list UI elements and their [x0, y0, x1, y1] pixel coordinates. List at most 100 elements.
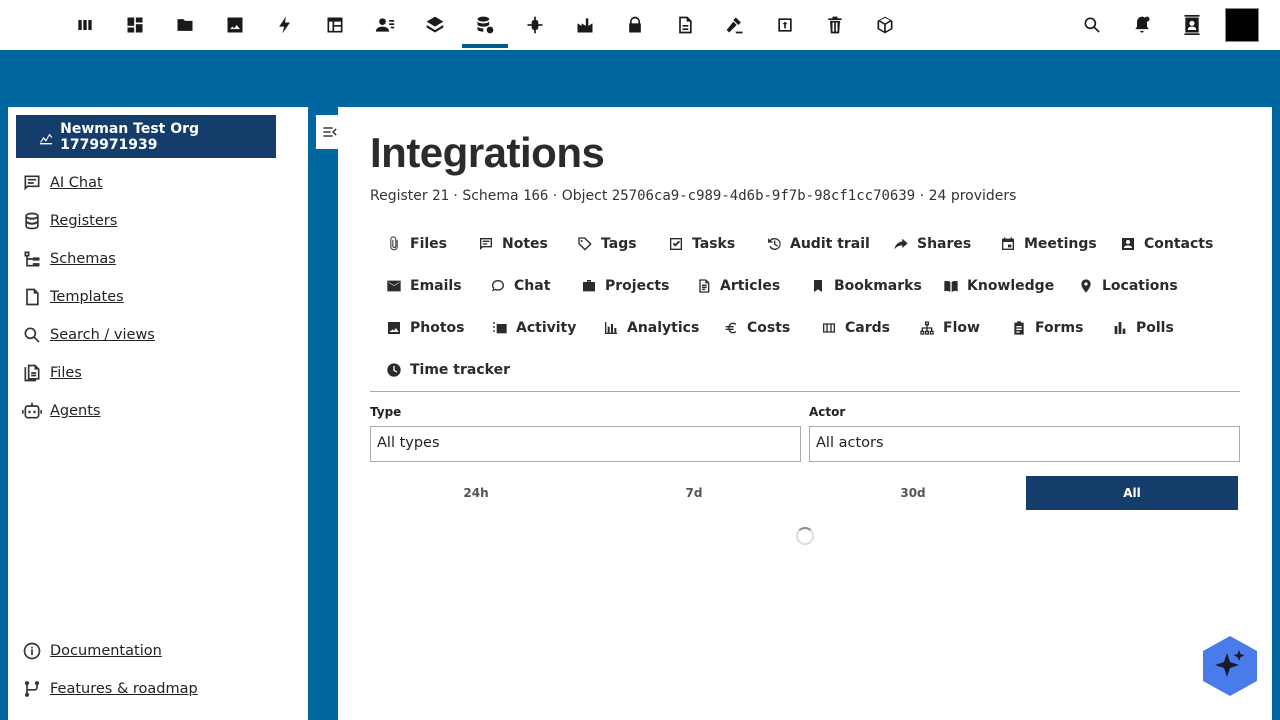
search-icon [24, 327, 40, 343]
tab-files[interactable]: Files [386, 229, 447, 259]
contacts-menu-icon[interactable] [1172, 0, 1212, 50]
columns-icon[interactable] [62, 0, 108, 50]
tab-chat[interactable]: Chat [490, 271, 550, 301]
tab-locations[interactable]: Locations [1078, 271, 1178, 301]
range-7d-button[interactable]: 7d [588, 476, 800, 510]
sidebar-item-label: AI Chat [50, 175, 103, 191]
tab-label: Photos [410, 320, 465, 336]
tab-shares[interactable]: Shares [893, 229, 971, 259]
tab-label: Shares [917, 236, 972, 252]
lightning-icon[interactable] [262, 0, 308, 50]
tab-projects[interactable]: Projects [581, 271, 669, 301]
tab-label: Meetings [1024, 236, 1097, 252]
range-all-button[interactable]: All [1026, 476, 1238, 510]
notifications-icon[interactable] [1122, 0, 1162, 50]
ai-assistant-button[interactable] [1203, 636, 1257, 696]
gavel-icon[interactable] [712, 0, 758, 50]
sidebar-item-files[interactable]: Files [22, 361, 82, 385]
separator: · [915, 188, 929, 204]
menu-collapse-icon [323, 127, 337, 137]
pin-icon [1081, 279, 1091, 293]
tab-label: Flow [943, 320, 980, 336]
history-icon [768, 237, 781, 250]
sidebar-item-documentation[interactable]: Documentation [22, 639, 162, 663]
tab-emails[interactable]: Emails [386, 271, 462, 301]
tab-tasks[interactable]: Tasks [668, 229, 735, 259]
sidebar-item-label: Documentation [50, 643, 162, 659]
tab-bookmarks[interactable]: Bookmarks [810, 271, 922, 301]
paperclip-icon [390, 236, 398, 251]
analytics-icon [605, 322, 617, 334]
sidebar-item-agents[interactable]: Agents [22, 399, 100, 423]
sidebar-item-search-views[interactable]: Search / views [22, 323, 155, 347]
org-icon [40, 133, 53, 144]
sidebar-item-registers[interactable]: Registers [22, 209, 117, 233]
range-30d-button[interactable]: 30d [807, 476, 1019, 510]
factory-icon[interactable] [562, 0, 608, 50]
database-icon[interactable] [462, 0, 508, 50]
type-select[interactable]: All types [370, 426, 801, 462]
cube-icon[interactable] [862, 0, 908, 50]
tab-forms[interactable]: Forms [1011, 313, 1083, 343]
tab-label: Cards [845, 320, 890, 336]
document-icon[interactable] [662, 0, 708, 50]
image-icon[interactable] [212, 0, 258, 50]
schema-id: 166 [523, 188, 549, 204]
tab-label: Tags [601, 236, 637, 252]
template-icon [26, 288, 39, 306]
book-icon [944, 280, 958, 292]
page-title: Integrations [370, 129, 605, 176]
tab-label: Time tracker [410, 362, 510, 378]
tab-contacts[interactable]: Contacts [1120, 229, 1213, 259]
tab-articles[interactable]: Articles [696, 271, 780, 301]
export-icon[interactable] [762, 0, 808, 50]
object-id: 25706ca9-c989-4d6b-9f7b-98cf1cc70639 [611, 188, 916, 204]
sidebar: Newman Test Org 1779971939 AI Chat Regis… [8, 107, 308, 720]
euro-icon [725, 322, 737, 334]
sidebar-item-schemas[interactable]: Schemas [22, 247, 116, 271]
database-icon [25, 212, 39, 230]
layers-icon[interactable] [412, 0, 458, 50]
sparkle-icon [1203, 636, 1257, 696]
tab-activity[interactable]: Activity [492, 313, 576, 343]
tab-flow[interactable]: Flow [919, 313, 980, 343]
tab-label: Projects [605, 278, 670, 294]
tab-knowledge[interactable]: Knowledge [943, 271, 1054, 301]
tab-polls[interactable]: Polls [1112, 313, 1174, 343]
dashboard-icon[interactable] [112, 0, 158, 50]
sidebar-item-label: Files [50, 365, 82, 381]
tab-label: Forms [1035, 320, 1084, 336]
search-icon[interactable] [1072, 0, 1112, 50]
sidebar-item-features-roadmap[interactable]: Features & roadmap [22, 677, 198, 701]
tab-tags[interactable]: Tags [577, 229, 637, 259]
tab-label: Knowledge [967, 278, 1055, 294]
tab-photos[interactable]: Photos [386, 313, 465, 343]
tab-time-tracker[interactable]: Time tracker [386, 355, 510, 385]
object-label: Object [561, 188, 608, 204]
table-icon[interactable] [312, 0, 358, 50]
tab-audit-trail[interactable]: Audit trail [766, 229, 870, 259]
sidebar-item-label: Search / views [50, 327, 155, 343]
folder-icon[interactable] [162, 0, 208, 50]
lock-icon[interactable] [612, 0, 658, 50]
tab-meetings[interactable]: Meetings [1000, 229, 1097, 259]
sidebar-item-ai-chat[interactable]: AI Chat [22, 171, 103, 195]
tab-costs[interactable]: Costs [723, 313, 790, 343]
tab-analytics[interactable]: Analytics [603, 313, 699, 343]
tab-notes[interactable]: Notes [478, 229, 548, 259]
tab-cards[interactable]: Cards [821, 313, 890, 343]
bug-icon[interactable] [512, 0, 558, 50]
loading-spinner [796, 527, 814, 545]
clock-icon [387, 363, 401, 377]
range-24h-button[interactable]: 24h [370, 476, 582, 510]
avatar[interactable] [1225, 8, 1259, 42]
actor-select[interactable]: All actors [809, 426, 1240, 462]
tabs-divider [370, 391, 1240, 392]
tab-label: Audit trail [790, 236, 870, 252]
sidebar-item-templates[interactable]: Templates [22, 285, 124, 309]
trash-icon[interactable] [812, 0, 858, 50]
top-bar [0, 0, 1280, 50]
contacts-icon[interactable] [362, 0, 408, 50]
tab-label: Locations [1102, 278, 1178, 294]
org-switcher-button[interactable]: Newman Test Org 1779971939 [16, 115, 276, 158]
